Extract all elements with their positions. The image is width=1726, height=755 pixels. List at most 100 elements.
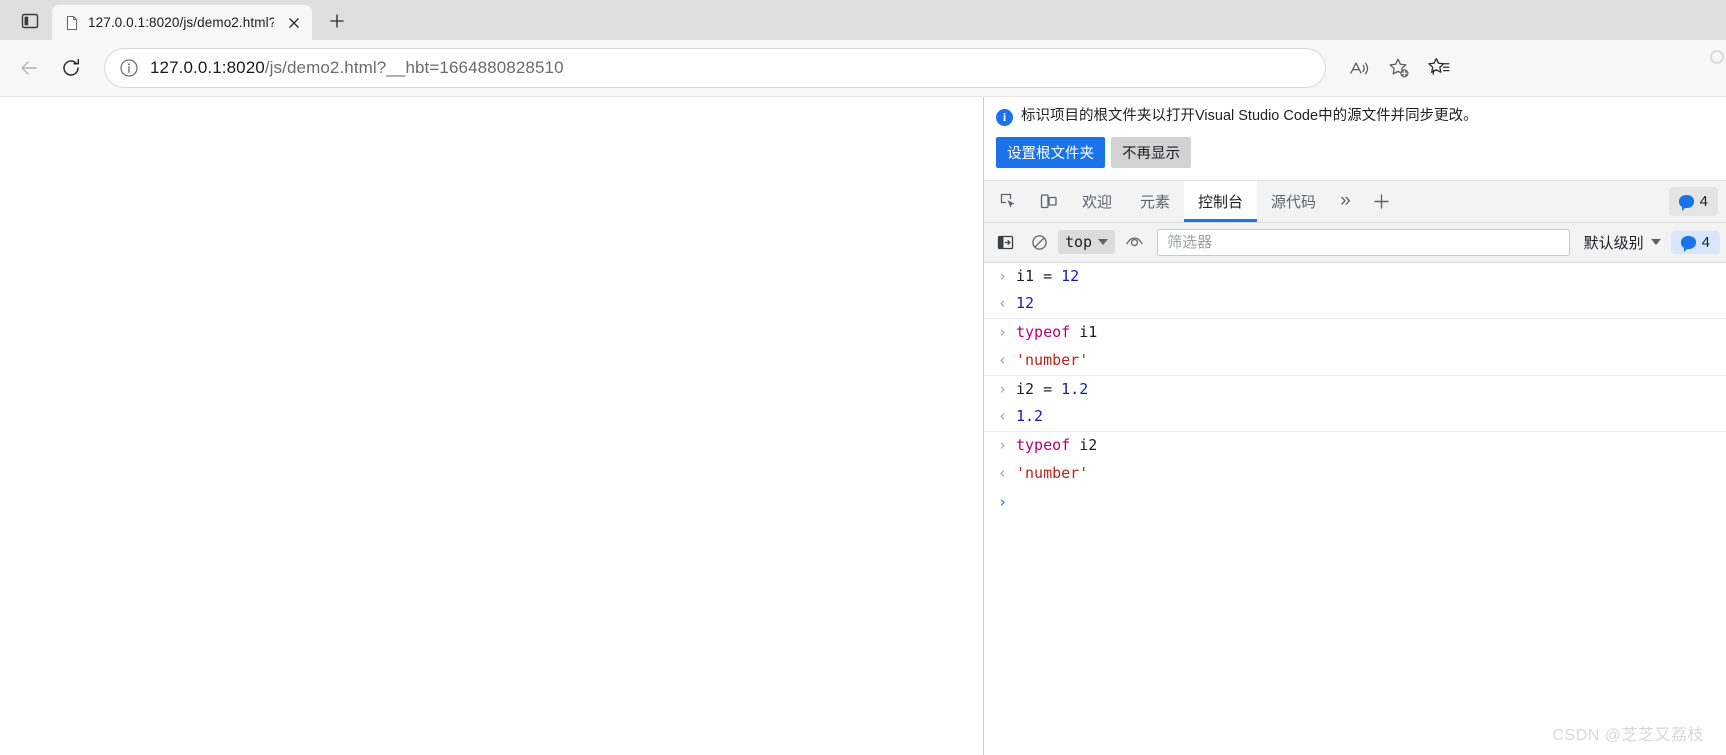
add-panel-icon[interactable] xyxy=(1361,181,1402,222)
message-bubble-icon xyxy=(1680,235,1696,252)
input-chevron-icon: › xyxy=(998,323,1008,342)
info-icon: i xyxy=(996,109,1013,126)
console-prompt[interactable]: › xyxy=(984,488,1726,516)
tab-welcome-label: 欢迎 xyxy=(1082,193,1113,211)
output-chevron-icon: ‹ xyxy=(998,463,1008,482)
new-tab-button[interactable] xyxy=(320,4,354,38)
console-output-line: ‹ 12 xyxy=(984,290,1726,318)
console-line-text: i1 = 12 xyxy=(1016,266,1079,288)
browser-window: 127.0.0.1:8020/js/demo2.html?_ 127.0.0.1… xyxy=(0,0,1726,755)
console-filter-input[interactable] xyxy=(1157,228,1570,256)
set-root-folder-button[interactable]: 设置根文件夹 xyxy=(996,136,1105,168)
tab-title: 127.0.0.1:8020/js/demo2.html?_ xyxy=(88,15,274,30)
tab-console[interactable]: 控制台 xyxy=(1184,180,1258,222)
token-num: 12 xyxy=(1061,266,1080,285)
output-chevron-icon: ‹ xyxy=(998,350,1008,369)
site-info-icon[interactable] xyxy=(118,57,140,79)
toolbar-actions xyxy=(1340,49,1458,87)
tab-welcome[interactable]: 欢迎 xyxy=(1068,181,1126,222)
message-count-badge[interactable]: 4 xyxy=(1668,186,1718,216)
output-chevron-icon: ‹ xyxy=(998,407,1008,426)
page-icon xyxy=(64,15,80,31)
console-input-line: › i2 = 1.2 xyxy=(984,374,1726,404)
devtools-tabbar: 欢迎 元素 控制台 源代码 » 4 xyxy=(984,180,1726,223)
console-line-text: i2 = 1.2 xyxy=(1016,379,1088,401)
url-path: /js/demo2.html?__hbt=1664880828510 xyxy=(264,58,564,77)
console-input-line: › i1 = 12 xyxy=(984,263,1726,291)
reload-button[interactable] xyxy=(52,49,90,87)
close-icon[interactable] xyxy=(282,11,306,35)
tab-sources-label: 源代码 xyxy=(1271,193,1317,211)
devtools-panel: i 标识项目的根文件夹以打开Visual Studio Code中的源文件并同步… xyxy=(984,97,1726,755)
live-expression-icon[interactable] xyxy=(1119,228,1149,256)
console-output-line: ‹ 1.2 xyxy=(984,403,1726,431)
prompt-chevron-icon: › xyxy=(998,492,1008,511)
console-input-line: › typeof i1 xyxy=(984,318,1726,347)
back-button[interactable] xyxy=(10,49,48,87)
token-plain: i1 xyxy=(1070,323,1098,342)
console-toolbar: top 默认级别 4 xyxy=(984,222,1726,263)
console-message-badge[interactable]: 4 xyxy=(1670,230,1720,254)
token-num: 1.2 xyxy=(1016,407,1044,426)
watermark: CSDN @芝芝又荔枝 xyxy=(1552,727,1704,744)
tab-elements-label: 元素 xyxy=(1140,193,1171,211)
token-plain: i2 xyxy=(1070,436,1098,455)
token-num: 12 xyxy=(1016,294,1035,313)
tab-sources[interactable]: 源代码 xyxy=(1257,181,1330,222)
browser-tab[interactable]: 127.0.0.1:8020/js/demo2.html?_ xyxy=(52,5,312,40)
token-str: 'number' xyxy=(1016,463,1089,482)
device-toolbar-icon[interactable] xyxy=(1028,181,1068,222)
output-chevron-icon: ‹ xyxy=(998,294,1008,313)
log-level-label: 默认级别 xyxy=(1583,234,1644,252)
more-tabs-icon[interactable]: » xyxy=(1330,181,1361,222)
console-line-text: 1.2 xyxy=(1016,406,1043,428)
address-bar-url: 127.0.0.1:8020/js/demo2.html?__hbt=16648… xyxy=(150,58,564,78)
input-chevron-icon: › xyxy=(998,379,1008,398)
browser-toolbar: 127.0.0.1:8020/js/demo2.html?__hbt=16648… xyxy=(0,40,1726,97)
message-count: 4 xyxy=(1699,192,1708,210)
execution-context-value: top xyxy=(1065,233,1093,252)
tab-elements[interactable]: 元素 xyxy=(1126,181,1184,222)
inspect-element-icon[interactable] xyxy=(988,181,1028,222)
chevron-down-icon xyxy=(1650,239,1661,246)
console-sidebar-icon[interactable] xyxy=(990,228,1020,256)
page-viewport xyxy=(0,97,983,755)
collections-icon-partial[interactable] xyxy=(1710,50,1724,64)
token-num: 1.2 xyxy=(1061,379,1089,398)
execution-context-select[interactable]: top xyxy=(1058,230,1116,255)
token-str: 'number' xyxy=(1016,350,1089,369)
input-chevron-icon: › xyxy=(998,266,1008,285)
token-kw: typeof xyxy=(1016,436,1071,455)
console-input-line: › typeof i2 xyxy=(984,431,1726,460)
tab-strip: 127.0.0.1:8020/js/demo2.html?_ xyxy=(0,0,1726,40)
url-host: 127.0.0.1:8020 xyxy=(150,58,265,77)
token-kw: typeof xyxy=(1016,323,1071,342)
read-aloud-icon[interactable] xyxy=(1340,49,1378,87)
log-level-select[interactable]: 默认级别 xyxy=(1578,229,1667,256)
console-line-text: 'number' xyxy=(1016,463,1088,485)
console-output-line: ‹ 'number' xyxy=(984,347,1726,375)
infobar-message: 标识项目的根文件夹以打开Visual Studio Code中的源文件并同步更改… xyxy=(1021,108,1478,124)
console-line-text: typeof i2 xyxy=(1016,435,1097,457)
console-line-text: typeof i1 xyxy=(1016,322,1097,344)
favorites-icon[interactable] xyxy=(1420,49,1458,87)
split-screen-icon[interactable] xyxy=(8,2,52,40)
console-line-text: 12 xyxy=(1016,293,1034,315)
token-plain: i2 = xyxy=(1016,379,1062,398)
input-chevron-icon: › xyxy=(998,436,1008,455)
console-output[interactable]: › i1 = 12 ‹ 12 › typeof i1 ‹'number' › i2 = 1.2 ‹… xyxy=(984,262,1726,755)
add-favorite-icon[interactable] xyxy=(1380,49,1418,87)
console-line-list: › i1 = 12 ‹ 12 › typeof i1 ‹'number' › i2 = 1.2 ‹… xyxy=(984,263,1726,488)
console-output-line: ‹ 'number' xyxy=(984,460,1726,488)
token-plain: i1 = xyxy=(1016,266,1062,285)
dont-show-again-button[interactable]: 不再显示 xyxy=(1111,136,1191,168)
address-bar[interactable]: 127.0.0.1:8020/js/demo2.html?__hbt=16648… xyxy=(104,48,1326,88)
devtools-infobar: i 标识项目的根文件夹以打开Visual Studio Code中的源文件并同步… xyxy=(984,97,1726,181)
content-area: i 标识项目的根文件夹以打开Visual Studio Code中的源文件并同步… xyxy=(0,97,1726,755)
chevron-down-icon xyxy=(1098,239,1109,246)
tab-console-label: 控制台 xyxy=(1198,193,1244,211)
clear-console-icon[interactable] xyxy=(1024,228,1054,256)
console-message-count: 4 xyxy=(1701,233,1710,251)
message-bubble-icon xyxy=(1678,194,1694,211)
console-line-text: 'number' xyxy=(1016,350,1088,372)
